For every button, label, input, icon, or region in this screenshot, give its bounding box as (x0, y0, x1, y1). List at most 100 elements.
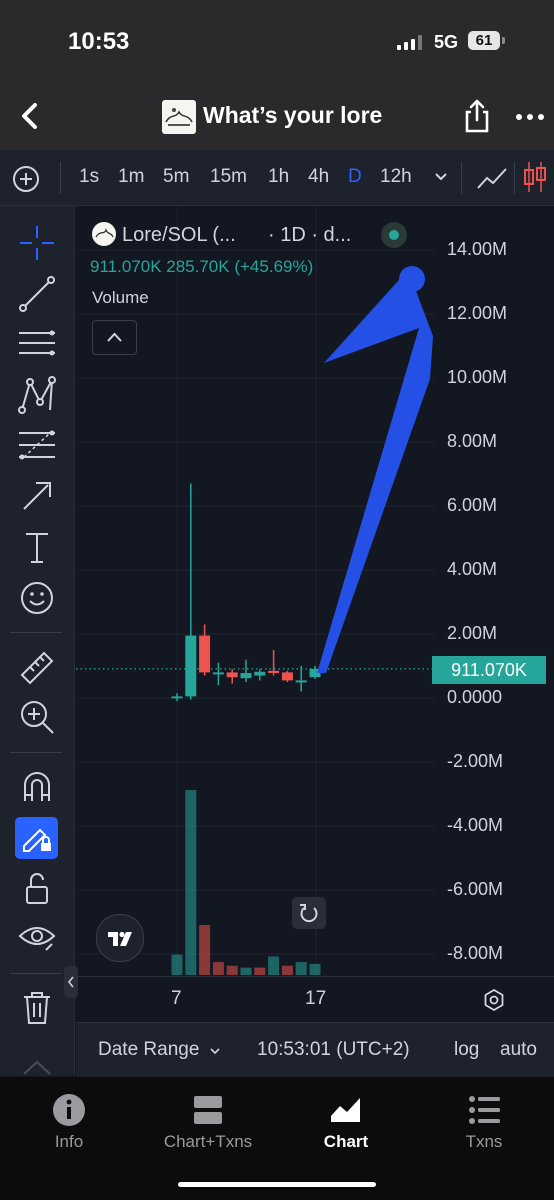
volume-bar (295, 962, 307, 975)
chevron-down-icon (210, 1048, 220, 1055)
collapse-legend-button[interactable] (92, 320, 137, 355)
trash-icon[interactable] (16, 987, 58, 1029)
list-icon (469, 1096, 500, 1124)
volume-bar (185, 790, 197, 975)
price-axis-label: 8.00M (447, 431, 498, 451)
volume-bar (240, 967, 252, 975)
ruler-icon[interactable] (16, 645, 58, 687)
chevron-down-icon[interactable] (434, 172, 448, 182)
date-range-label: Date Range (98, 1039, 200, 1060)
interval-15m[interactable]: 15m (210, 166, 247, 188)
network-type: 5G (434, 32, 459, 52)
price-axis-label: 2.00M (447, 623, 498, 643)
arrow-tool-icon[interactable] (16, 475, 58, 517)
reset-chart-button[interactable] (292, 897, 326, 929)
volume-bars (171, 790, 321, 975)
auto-scale-toggle[interactable]: auto (500, 1039, 537, 1061)
horizontal-lines-icon[interactable] (16, 323, 58, 365)
tab-txns[interactable]: Txns (424, 1092, 544, 1162)
tradingview-icon (108, 931, 132, 946)
interval-d[interactable]: D (348, 166, 362, 188)
reset-icon (300, 904, 318, 923)
upward-arrow-annotation[interactable] (317, 266, 433, 673)
candles-icon[interactable] (522, 160, 548, 194)
settings-icon[interactable] (482, 988, 506, 1012)
interval-1m[interactable]: 1m (118, 166, 144, 188)
volume-bar (254, 967, 266, 975)
tab-label: Chart+Txns (163, 1132, 253, 1151)
candle-body (268, 670, 280, 674)
interval-1s[interactable]: 1s (79, 166, 99, 188)
text-tool-icon[interactable] (16, 526, 58, 568)
tradingview-logo[interactable] (96, 914, 144, 962)
volume-bar (199, 925, 211, 975)
log-scale-toggle[interactable]: log (454, 1039, 479, 1061)
symbol-logo-icon (92, 222, 116, 246)
tab-label: Txns (465, 1132, 503, 1151)
price-axis-label: -4.00M (447, 815, 504, 835)
volume-bar (226, 965, 238, 975)
token-logo (162, 100, 196, 134)
price-axis-label: 12.00M (447, 303, 508, 323)
emoji-icon[interactable] (16, 577, 58, 619)
trend-line-icon[interactable] (16, 273, 58, 315)
interval-4h[interactable]: 4h (308, 166, 329, 188)
info-icon (53, 1094, 85, 1126)
candle-body (226, 672, 238, 678)
volume-bar (212, 962, 224, 975)
eye-icon[interactable] (16, 916, 58, 958)
legend-value: 911.070K (90, 257, 162, 276)
candle-body (281, 672, 293, 681)
timezone-clock[interactable]: 10:53:01 (UTC+2) (257, 1039, 410, 1061)
legend-change-pct: (+45.69%) (234, 257, 314, 276)
volume-bar (268, 956, 280, 975)
line-chart-icon[interactable] (476, 164, 508, 192)
candle-body (254, 671, 266, 676)
stay-in-drawing-mode-button[interactable] (15, 817, 58, 859)
magnet-icon[interactable] (16, 765, 58, 807)
price-axis-label: -6.00M (447, 879, 504, 899)
crosshair-icon[interactable] (16, 222, 58, 264)
tab-info[interactable]: Info (9, 1092, 129, 1162)
interval-1h[interactable]: 1h (268, 166, 289, 188)
candle-body (199, 635, 211, 673)
interval-12h[interactable]: 12h (380, 166, 412, 188)
fib-retracement-icon[interactable] (16, 425, 58, 467)
battery-icon: 61 (468, 31, 500, 50)
symbol-interval: · 1D · d... (268, 224, 352, 246)
candle-body (171, 696, 183, 699)
volume-bar (309, 963, 321, 975)
add-indicator-icon[interactable] (12, 165, 40, 193)
time-axis-label: 7 (171, 988, 182, 1009)
volume-bar (281, 965, 293, 975)
share-icon[interactable] (462, 98, 492, 134)
tab-label: Info (54, 1132, 84, 1151)
pencil-lock-icon (23, 828, 51, 852)
unlock-icon[interactable] (16, 868, 58, 910)
price-axis-label: -8.00M (447, 943, 504, 963)
tab-chart-txns[interactable]: Chart+Txns (148, 1092, 268, 1162)
symbol-name[interactable]: Lore/SOL (... (122, 224, 236, 247)
candle-body (212, 672, 224, 675)
candle-body (295, 680, 307, 683)
candles (171, 483, 321, 702)
area-chart-icon (331, 1098, 360, 1122)
chevron-left-icon[interactable] (18, 100, 42, 132)
candle-body (185, 635, 197, 697)
page-title: What’s your lore (203, 102, 383, 128)
ellipsis-icon[interactable] (515, 108, 545, 126)
interval-5m[interactable]: 5m (163, 166, 189, 188)
volume-bar (171, 954, 183, 975)
zoom-in-icon[interactable] (16, 696, 58, 738)
price-axis-label: 10.00M (447, 367, 508, 387)
tab-chart[interactable]: Chart (286, 1092, 406, 1162)
price-axis-label: 6.00M (447, 495, 498, 515)
date-range-button[interactable]: Date Range (98, 1039, 221, 1061)
candle-body (240, 673, 252, 679)
split-view-icon (194, 1096, 222, 1124)
pattern-icon[interactable] (16, 374, 58, 416)
price-axis-label: -2.00M (447, 751, 504, 771)
chevron-up-icon[interactable] (20, 1056, 54, 1076)
market-status-dot (381, 222, 407, 248)
legend-change: 285.70K (166, 257, 230, 276)
